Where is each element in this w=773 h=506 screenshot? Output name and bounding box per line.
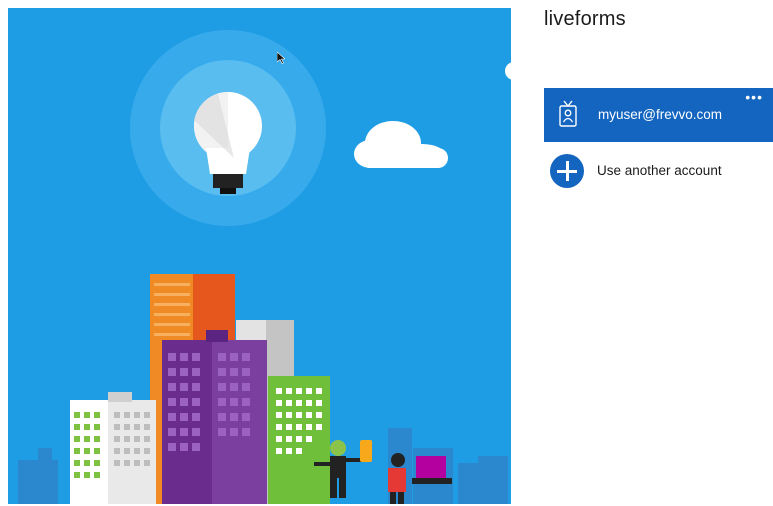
account-picker-panel: liveforms myuser@frevvo.com ••• Use anot… bbox=[511, 0, 773, 506]
ellipsis-icon[interactable]: ••• bbox=[745, 90, 763, 104]
use-another-account-label: Use another account bbox=[597, 163, 722, 178]
use-another-account-button[interactable]: Use another account bbox=[544, 152, 773, 192]
green-building bbox=[268, 376, 330, 504]
city-illustration bbox=[18, 30, 508, 504]
selected-account-tile[interactable]: myuser@frevvo.com ••• bbox=[544, 88, 773, 142]
purple-building bbox=[162, 330, 267, 504]
badge-icon bbox=[559, 100, 577, 127]
plus-circle-icon bbox=[550, 154, 584, 188]
white-building bbox=[70, 392, 156, 504]
app-window: liveforms myuser@frevvo.com ••• Use anot… bbox=[0, 0, 773, 506]
hero-illustration bbox=[8, 8, 511, 504]
mouse-cursor-icon bbox=[277, 52, 285, 64]
cloud-icon bbox=[354, 121, 448, 168]
account-email: myuser@frevvo.com bbox=[598, 107, 722, 122]
app-title: liveforms bbox=[544, 8, 626, 30]
